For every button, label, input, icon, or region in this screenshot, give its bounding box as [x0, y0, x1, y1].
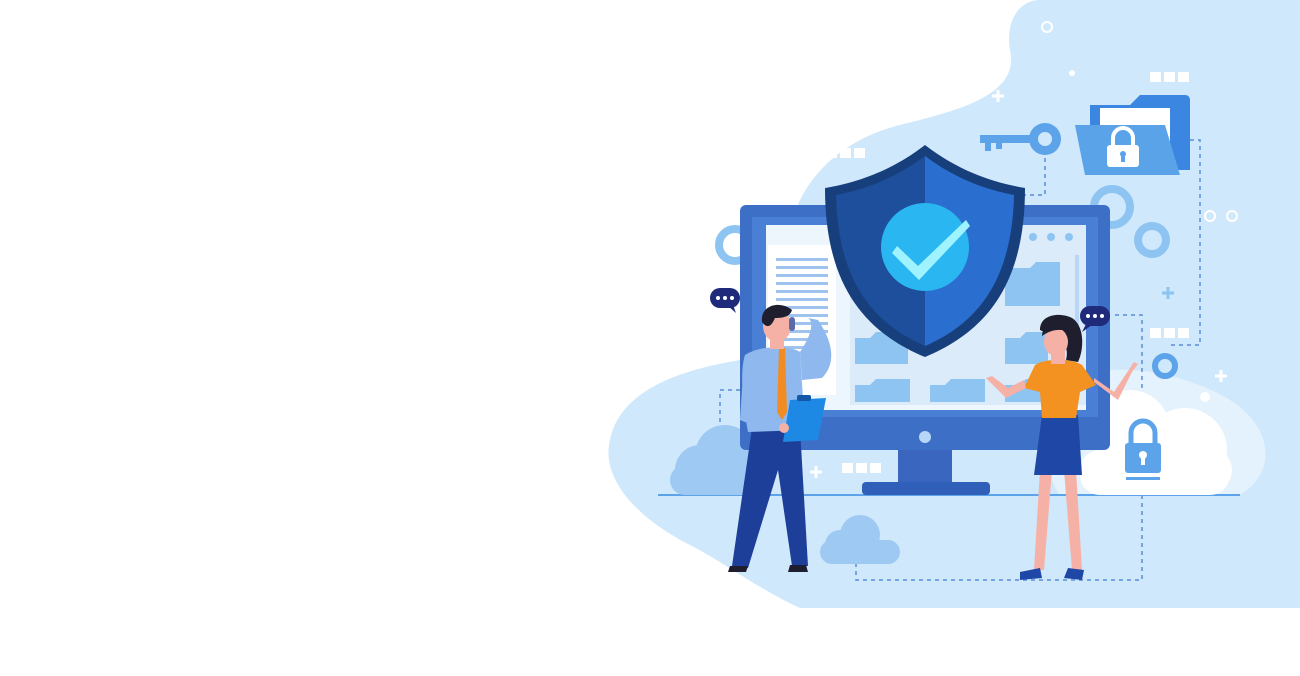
cyber-security-illustration: [608, 0, 1300, 608]
decor-dot: [1200, 392, 1210, 402]
speech-bubble-icon: [710, 288, 740, 313]
page: [0, 0, 1300, 676]
check-circle: [881, 203, 969, 291]
decor-dot: [1069, 70, 1075, 76]
locked-folder-icon: [1075, 95, 1190, 175]
